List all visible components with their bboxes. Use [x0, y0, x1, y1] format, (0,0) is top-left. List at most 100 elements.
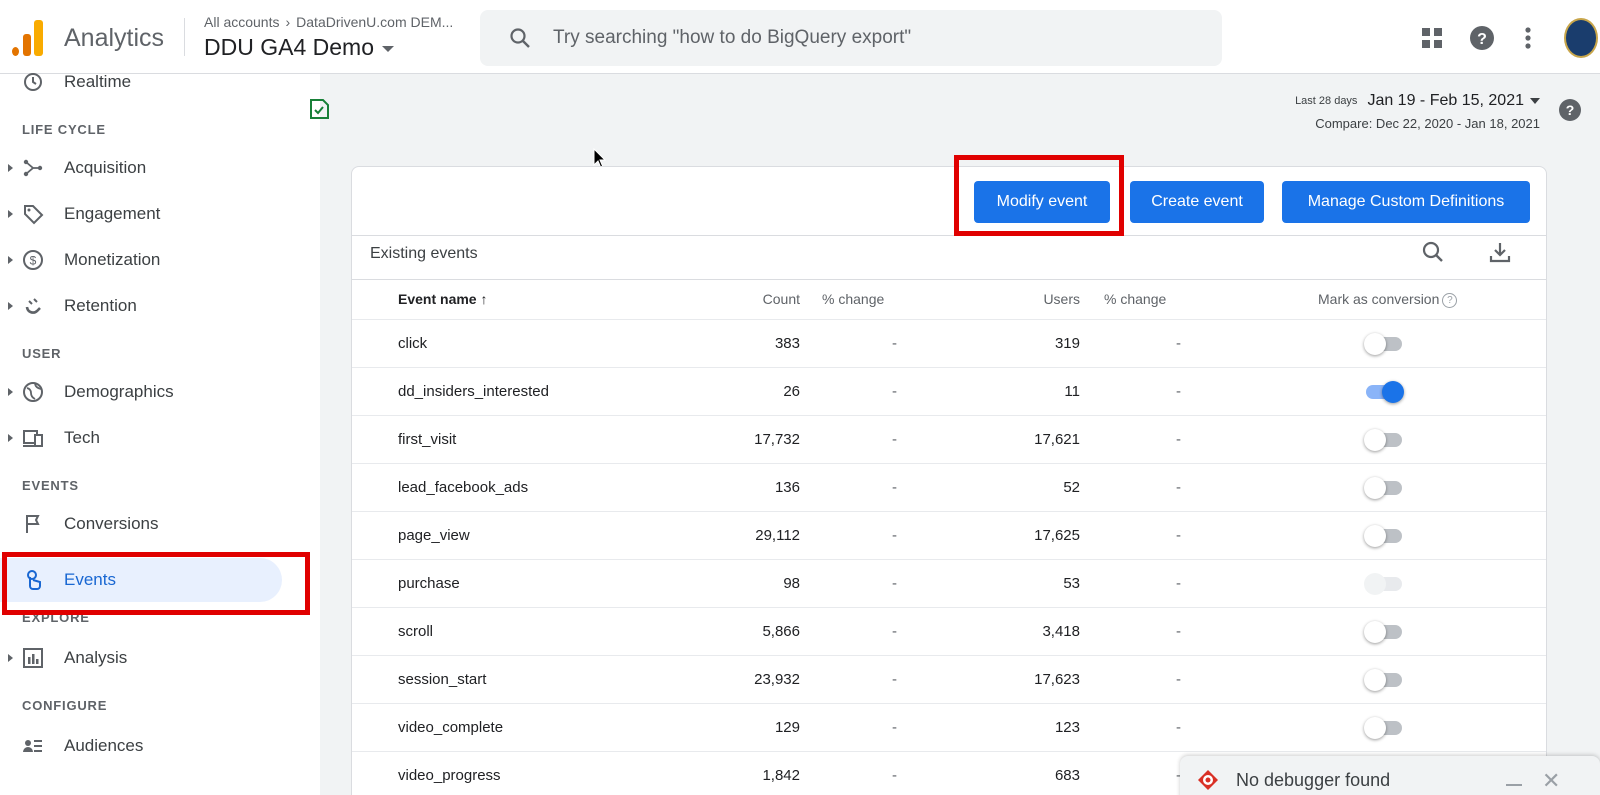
event-name-cell: dd_insiders_interested	[398, 383, 549, 400]
conversion-toggle[interactable]	[1364, 333, 1404, 355]
apps-icon[interactable]	[1418, 24, 1446, 52]
report-saved-icon[interactable]	[308, 98, 330, 120]
svg-text:$: $	[30, 254, 37, 268]
toggle-knob	[1364, 717, 1386, 739]
minimize-icon[interactable]	[1506, 784, 1522, 786]
table-row: video_complete 129 - 123 -	[352, 703, 1546, 751]
analytics-logo-icon[interactable]	[12, 20, 44, 56]
search-bar[interactable]: Try searching "how to do BigQuery export…	[480, 10, 1222, 66]
users-change-cell: -	[1176, 335, 1181, 352]
table-row: click 383 - 319 -	[352, 319, 1546, 367]
event-name-cell: video_progress	[398, 767, 501, 784]
sidebar-item-retention[interactable]: Retention	[0, 284, 282, 328]
clock-icon	[24, 73, 42, 91]
event-name-cell: page_view	[398, 527, 470, 544]
users-change-cell: -	[1176, 527, 1181, 544]
column-header-count[interactable]: Count	[763, 291, 800, 307]
count-cell: 383	[774, 335, 800, 352]
search-icon	[510, 28, 530, 48]
count-cell: 98	[783, 575, 800, 592]
toggle-knob	[1364, 669, 1386, 691]
breadcrumb-all-accounts[interactable]: All accounts	[204, 14, 279, 30]
sidebar-item-realtime[interactable]: Realtime	[0, 60, 282, 104]
property-selector[interactable]: DDU GA4 Demo	[204, 34, 394, 61]
breadcrumb-chevron-icon: ›	[285, 14, 291, 30]
column-header-event-name[interactable]: Event name ↑	[398, 291, 487, 307]
count-change-cell: -	[892, 479, 897, 496]
help-icon[interactable]: ?	[1468, 24, 1496, 52]
column-header-users-change[interactable]: % change	[1104, 291, 1166, 307]
toggle-knob	[1382, 381, 1404, 403]
conversion-toggle[interactable]	[1364, 717, 1404, 739]
sidebar-item-audiences[interactable]: Audiences	[0, 724, 282, 768]
users-cell: 11	[1064, 383, 1080, 400]
count-cell: 5,866	[762, 623, 800, 640]
toggle-knob	[1364, 333, 1386, 355]
close-icon[interactable]: ✕	[1542, 768, 1560, 794]
sidebar-item-conversions[interactable]: Conversions	[0, 502, 282, 546]
column-header-mark-as-conversion: Mark as conversion?	[1318, 291, 1458, 308]
table-row: scroll 5,866 - 3,418 -	[352, 607, 1546, 655]
toggle-knob	[1364, 621, 1386, 643]
conversion-toggle[interactable]	[1364, 477, 1404, 499]
avatar[interactable]	[1564, 18, 1598, 58]
sidebar-item-acquisition[interactable]: Acquisition	[0, 146, 282, 190]
conversion-toggle	[1364, 573, 1404, 595]
count-change-cell: -	[892, 335, 897, 352]
analysis-icon	[23, 648, 43, 668]
conversion-toggle[interactable]	[1364, 621, 1404, 643]
sidebar-item-label: Conversions	[64, 514, 159, 533]
count-change-cell: -	[892, 719, 897, 736]
search-icon[interactable]	[1420, 239, 1446, 265]
date-range-selector[interactable]: Last 28 days Jan 19 - Feb 15, 2021 Compar…	[1291, 92, 1540, 131]
conversion-toggle[interactable]	[1364, 669, 1404, 691]
sidebar-item-label: Audiences	[64, 736, 144, 755]
sidebar-item-label: Realtime	[64, 72, 132, 91]
sidebar-item-label: Engagement	[64, 204, 161, 223]
sidebar-item-demographics[interactable]: Demographics	[0, 370, 282, 414]
breadcrumb-account[interactable]: DataDrivenU.com DEM...	[296, 14, 453, 30]
debugger-toast: No debugger found ✕	[1180, 756, 1600, 795]
help-icon[interactable]: ?	[1558, 98, 1582, 122]
count-change-cell: -	[892, 527, 897, 544]
event-name-cell: lead_facebook_ads	[398, 479, 529, 496]
conversion-toggle[interactable]	[1364, 429, 1404, 451]
create-event-button[interactable]: Create event	[1130, 181, 1264, 223]
toggle-knob	[1364, 477, 1386, 499]
manage-custom-definitions-button[interactable]: Manage Custom Definitions	[1282, 181, 1530, 223]
column-header-users[interactable]: Users	[1043, 291, 1080, 307]
toggle-knob	[1364, 573, 1386, 595]
sidebar-item-tech[interactable]: Tech	[0, 416, 282, 460]
sidebar-item-analysis[interactable]: Analysis	[0, 636, 282, 680]
table-header: Event name ↑ Count % change Users % chan…	[352, 279, 1546, 319]
audiences-icon	[23, 740, 42, 752]
more-vert-icon[interactable]	[1514, 24, 1542, 52]
expand-arrow-icon	[8, 434, 13, 442]
count-change-cell: -	[892, 575, 897, 592]
event-name-cell: video_complete	[398, 719, 504, 736]
expand-arrow-icon	[8, 302, 13, 310]
sort-arrow-icon: ↑	[480, 291, 488, 307]
conversion-toggle[interactable]	[1364, 381, 1404, 403]
sidebar-item-label: Retention	[64, 296, 137, 315]
help-icon[interactable]: ?	[1442, 292, 1458, 308]
count-cell: 29,112	[755, 527, 800, 544]
sidebar-item-monetization[interactable]: $ Monetization	[0, 238, 282, 282]
event-name-cell: click	[398, 335, 428, 352]
topbar-divider	[184, 18, 185, 56]
section-events: EVENTS	[22, 478, 79, 493]
app-name[interactable]: Analytics	[64, 24, 164, 53]
column-header-label: Mark as conversion	[1318, 291, 1440, 307]
svg-text:?: ?	[1566, 102, 1575, 118]
acquisition-icon	[23, 159, 43, 177]
date-range: Jan 19 - Feb 15, 2021	[1367, 92, 1524, 109]
users-change-cell: -	[1176, 623, 1181, 640]
caret-down-icon	[1530, 98, 1540, 104]
download-icon[interactable]	[1487, 239, 1513, 265]
conversion-toggle[interactable]	[1364, 525, 1404, 547]
sidebar-item-engagement[interactable]: Engagement	[0, 192, 282, 236]
column-header-count-change[interactable]: % change	[822, 291, 884, 307]
breadcrumb[interactable]: All accounts › DataDrivenU.com DEM...	[204, 14, 453, 30]
sidebar: Realtime LIFE CYCLE Acquisition Engageme…	[0, 72, 320, 795]
section-configure: CONFIGURE	[22, 698, 108, 713]
